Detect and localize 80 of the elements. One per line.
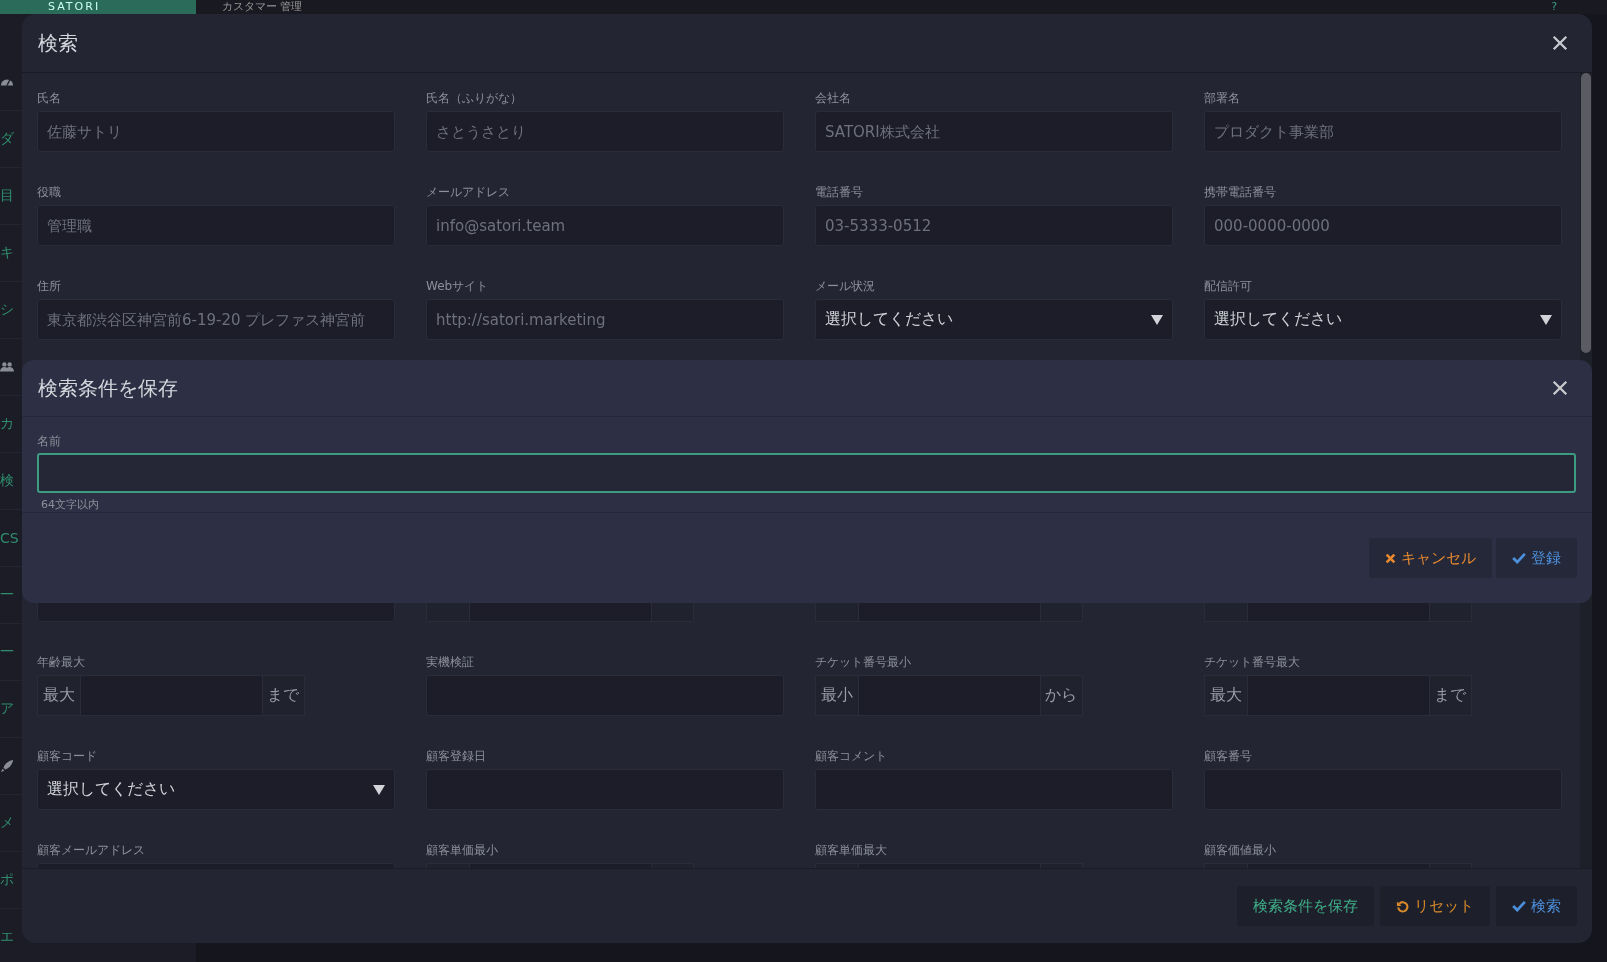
input-prefix: 最大 [1204,675,1248,716]
sidebar-item[interactable]: メ [0,814,14,832]
field-label: 顧客単価最小 [426,842,499,858]
rocket-icon [0,759,14,773]
sidebar-item[interactable]: CS [0,530,19,546]
input-prefix: 最小 [815,675,859,716]
field-label: 顧客コード [37,748,98,764]
sidebar-item[interactable]: シ [0,301,14,319]
field-label: 会社名 [815,90,852,106]
input-suffix: まで [1428,675,1472,716]
text-field[interactable]: プロダクト事業部 [1204,111,1562,152]
text-field[interactable]: http://satori.marketing [426,299,784,340]
input-suffix: まで [261,675,305,716]
field-label: 役職 [37,184,62,200]
register-button[interactable]: 登録 [1496,538,1577,578]
sidebar-item[interactable]: ダ [0,130,14,148]
field-label: チケット番号最小 [815,654,912,670]
page-title: カスタマー 管理 [222,0,303,14]
caret-icon [373,784,385,795]
text-field[interactable]: 000-0000-0000 [1204,205,1562,246]
field-label: 顧客価値最小 [1204,842,1277,858]
help-link[interactable]: ? [1551,0,1557,14]
close-icon [1552,380,1568,396]
text-field[interactable]: 東京都渋谷区神宮前6-19-20 プレファス神宮前 [37,299,395,340]
field-label: メールアドレス [426,184,511,200]
field-label: 年齢最大 [37,654,86,670]
reset-button[interactable]: リセット [1380,886,1490,926]
text-field[interactable]: 管理職 [37,205,395,246]
close-icon [1385,552,1396,564]
sidebar-item[interactable]: エ [0,928,14,946]
sidebar-item[interactable]: 一 [0,586,14,604]
select-field[interactable]: 選択してください [1204,299,1562,340]
field-label: 氏名（ふりがな） [426,90,523,106]
field-label: 顧客単価最大 [815,842,888,858]
undo-icon [1396,899,1409,913]
cancel-button[interactable]: キャンセル [1369,538,1492,578]
field-label: 配信許可 [1204,278,1253,294]
caret-icon [1540,314,1552,325]
field-label: 名前 [37,433,62,449]
text-field[interactable]: SATORI株式会社 [815,111,1173,152]
check-icon [1512,552,1526,564]
text-field[interactable]: info@satori.team [426,205,784,246]
name-field[interactable] [37,453,1576,493]
save-button[interactable]: 検索条件を保存 [1237,886,1374,926]
field-label: 顧客コメント [815,748,888,764]
field-label: 携帯電話番号 [1204,184,1277,200]
select-field[interactable]: 選択してください [37,769,395,810]
field-hint: 64文字以内 [40,497,100,512]
sidebar-item[interactable]: ポ [0,871,14,889]
field-label: 顧客番号 [1204,748,1253,764]
text-field[interactable]: さとうさとり [426,111,784,152]
users-icon [0,360,14,374]
close-icon [1552,35,1568,51]
field-label: Webサイト [426,278,490,294]
text-field[interactable]: 03-5333-0512 [815,205,1173,246]
input-suffix: から [1039,675,1083,716]
caret-icon [1151,314,1163,325]
field-label: 実機検証 [426,654,475,670]
search-button[interactable]: 検索 [1496,886,1577,926]
field-label: チケット番号最大 [1204,654,1301,670]
sidebar-item[interactable]: ア [0,700,14,718]
sidebar-item[interactable]: 検 [0,472,14,490]
sidebar-item[interactable]: カ [0,415,14,433]
text-field[interactable]: 佐藤サトリ [37,111,395,152]
field-label: 電話番号 [815,184,864,200]
field-label: 顧客メールアドレス [37,842,146,858]
sidebar-item[interactable]: 一 [0,643,14,661]
check-icon [1512,900,1526,912]
select-field[interactable]: 選択してください [815,299,1173,340]
app-logo[interactable]: SATORI [0,0,196,14]
field-label: 部署名 [1204,90,1241,106]
input-prefix: 最大 [37,675,81,716]
field-label: 氏名 [37,90,62,106]
dialog-title: 検索条件を保存 [38,374,178,402]
field-label: メール状況 [815,278,876,294]
sidebar-item[interactable]: 目 [0,187,14,205]
dialog-title: 検索 [38,29,78,57]
sidebar-item[interactable]: キ [0,244,14,262]
field-label: 顧客登録日 [426,748,487,764]
field-label: 住所 [37,278,62,294]
